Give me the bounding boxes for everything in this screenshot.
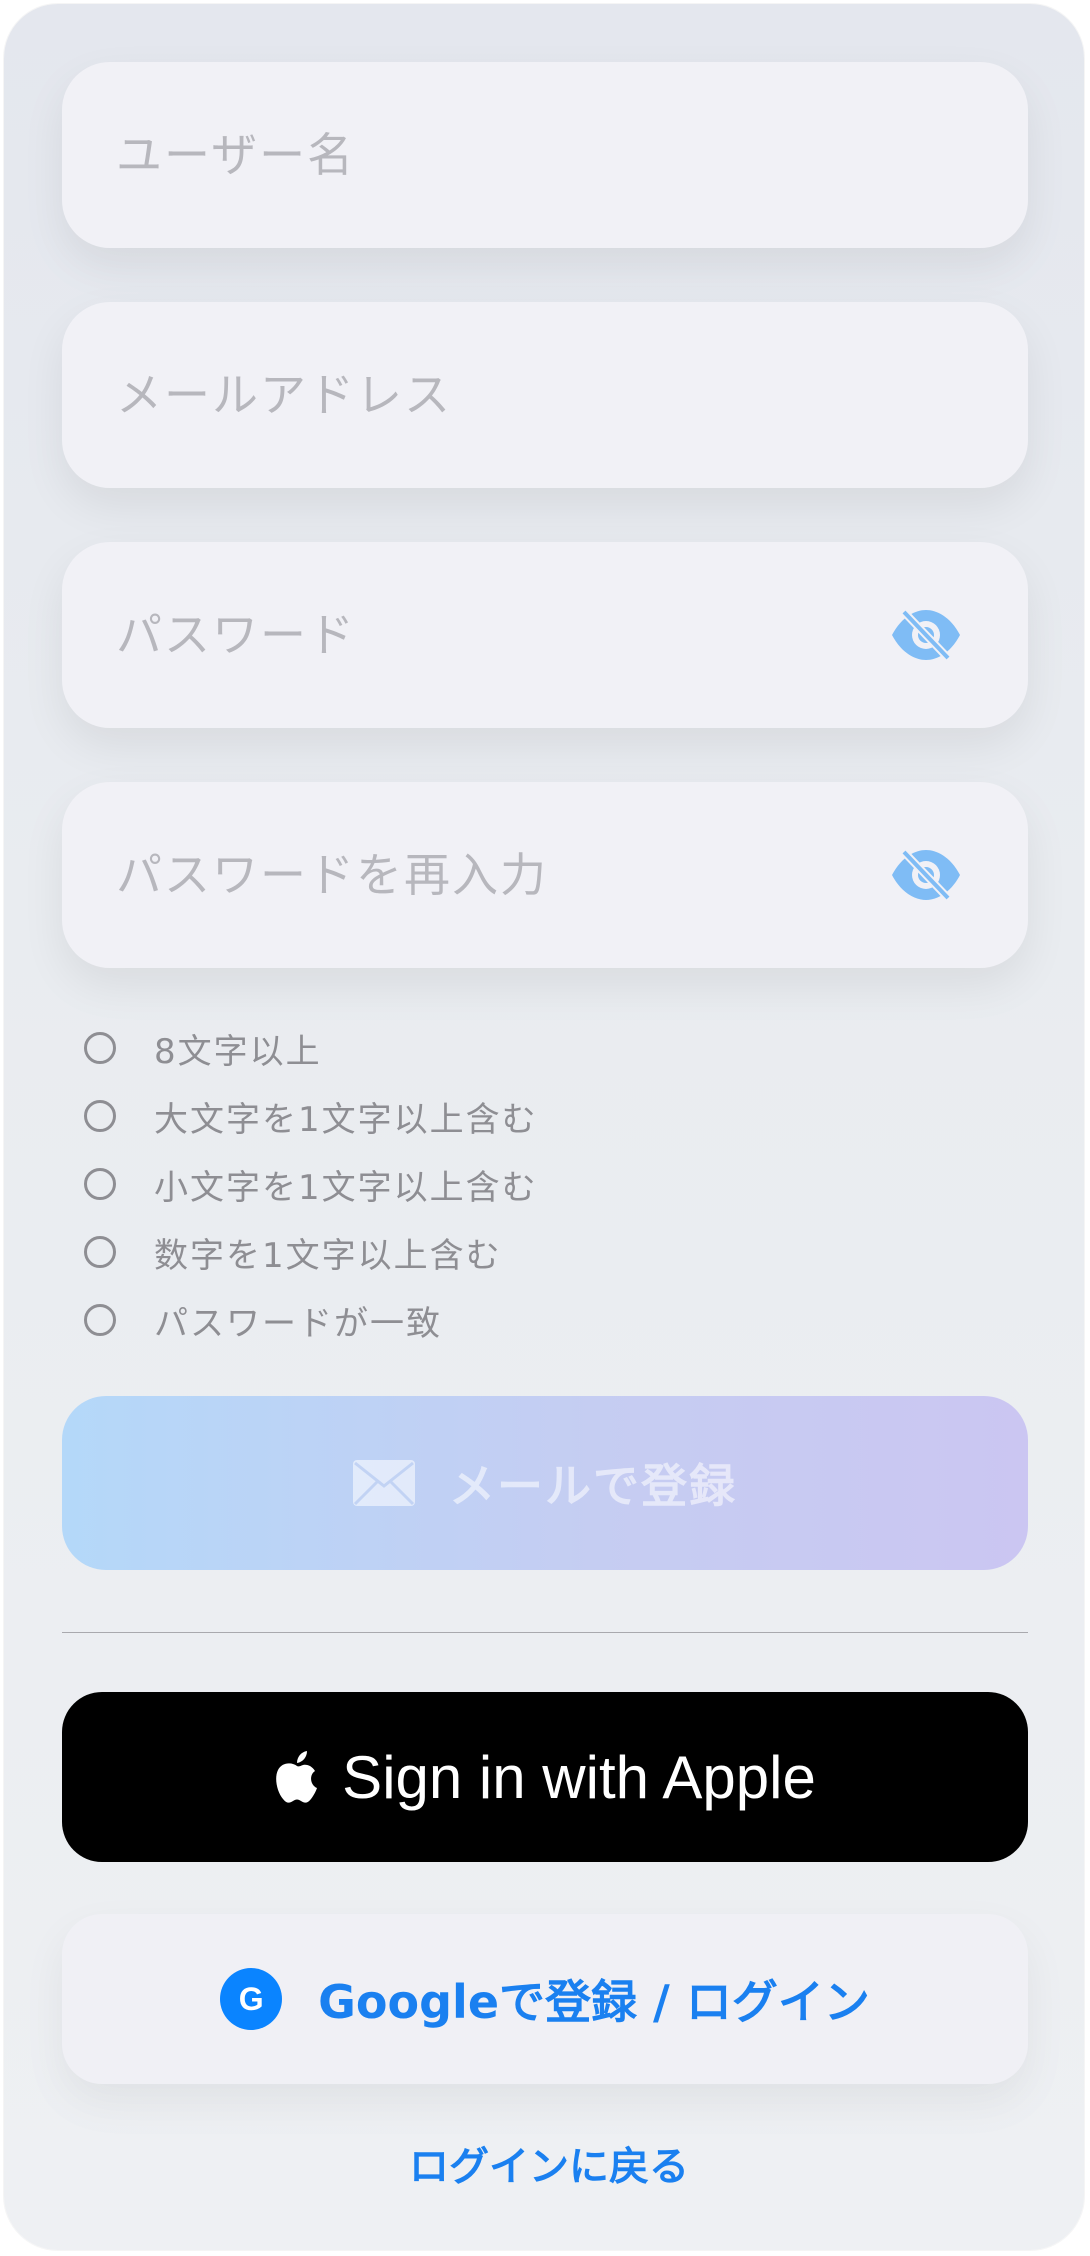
apple-logo-icon — [276, 1751, 318, 1803]
username-field[interactable]: ユーザー名 — [62, 62, 1028, 248]
unchecked-circle-icon — [84, 1168, 116, 1200]
eye-slash-icon[interactable] — [890, 848, 962, 902]
confirm-password-placeholder: パスワードを再入力 — [116, 848, 548, 902]
email-field[interactable]: メールアドレス — [62, 302, 1028, 488]
requirement-item: 小文字を1文字以上含む — [84, 1150, 984, 1218]
requirement-item: 大文字を1文字以上含む — [84, 1082, 984, 1150]
requirement-label: 小文字を1文字以上含む — [154, 1167, 538, 1208]
sign-in-with-apple-button[interactable]: Sign in with Apple — [62, 1692, 1028, 1862]
password-placeholder: パスワード — [116, 608, 356, 662]
email-register-label: メールで登録 — [449, 1459, 737, 1513]
google-g-icon: G — [220, 1968, 283, 2030]
requirement-label: 数字を1文字以上含む — [154, 1235, 502, 1276]
unchecked-circle-icon — [84, 1100, 116, 1132]
unchecked-circle-icon — [84, 1032, 116, 1064]
requirement-item: パスワードが一致 — [84, 1286, 984, 1354]
password-field[interactable]: パスワード — [62, 542, 1028, 728]
requirement-item: 8文字以上 — [84, 1014, 984, 1082]
google-register-login-button[interactable]: G Googleで登録 / ログイン — [62, 1914, 1028, 2084]
google-button-label: Googleで登録 / ログイン — [318, 1975, 870, 2029]
email-register-button[interactable]: メールで登録 — [62, 1396, 1028, 1570]
unchecked-circle-icon — [84, 1236, 116, 1268]
requirement-label: パスワードが一致 — [154, 1303, 442, 1344]
divider — [62, 1632, 1028, 1633]
eye-slash-icon[interactable] — [890, 608, 962, 662]
envelope-icon — [353, 1460, 415, 1506]
username-placeholder: ユーザー名 — [116, 128, 356, 182]
apple-button-label: Sign in with Apple — [342, 1743, 816, 1811]
password-requirements: 8文字以上 大文字を1文字以上含む 小文字を1文字以上含む 数字を1文字以上含む… — [84, 1014, 984, 1354]
requirement-label: 8文字以上 — [154, 1031, 322, 1072]
requirement-label: 大文字を1文字以上含む — [154, 1099, 538, 1140]
unchecked-circle-icon — [84, 1304, 116, 1336]
confirm-password-field[interactable]: パスワードを再入力 — [62, 782, 1028, 968]
email-placeholder: メールアドレス — [116, 368, 452, 422]
back-to-login-link[interactable]: ログインに戻る — [4, 2134, 1084, 2192]
signup-card: ユーザー名 メールアドレス パスワード パスワードを再入力 8文字以上 大文字を… — [4, 4, 1084, 2250]
requirement-item: 数字を1文字以上含む — [84, 1218, 984, 1286]
